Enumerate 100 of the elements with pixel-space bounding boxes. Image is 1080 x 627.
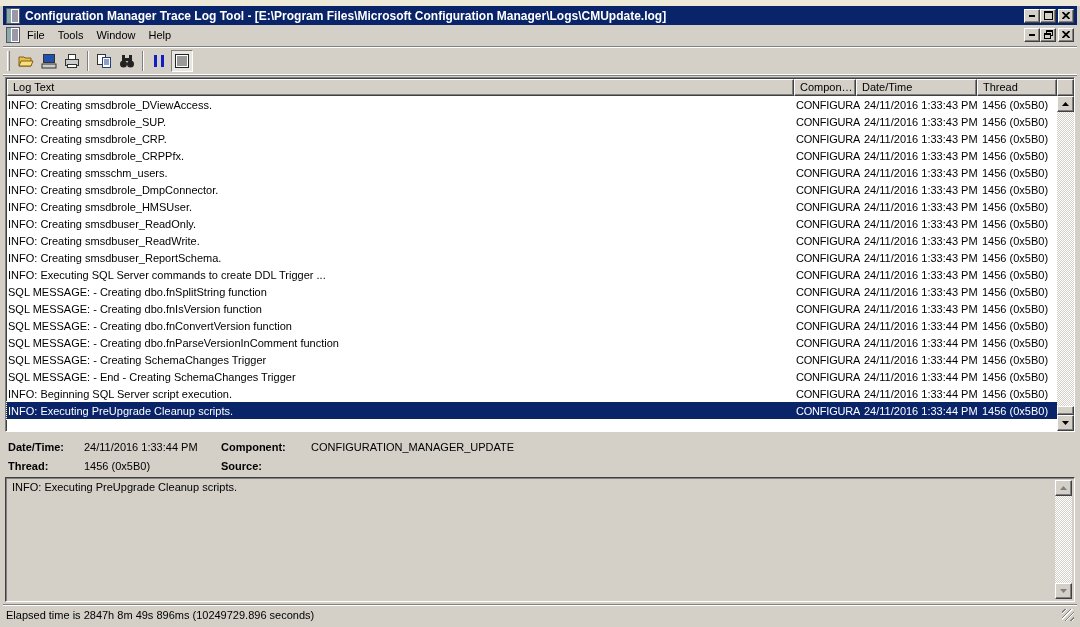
log-text-cell-text: SQL MESSAGE: - Creating dbo.fnIsVersion function — [7, 302, 263, 315]
log-text-cell-text: INFO: Creating smsdbuser_ReadOnly. — [7, 217, 198, 230]
thread-cell-text: 1456 (0x5B0) — [981, 149, 1050, 162]
component-cell: CONFIGURA — [795, 336, 860, 349]
log-row[interactable]: SQL MESSAGE: - Creating dbo.fnConvertVersion function CONFIGURA 24/11/2016 1:33:44 PM 1456 (0x5B0) — [7, 317, 1057, 334]
log-row[interactable]: INFO: Creating smsdbuser_ReportSchema. CONFIGURA 24/11/2016 1:33:43 PM 1456 (0x5B0) — [7, 249, 1057, 266]
column-header[interactable]: Compon… — [794, 79, 856, 96]
log-text-cell-text: INFO: Creating smsdbrole_CRPPfx. — [7, 149, 186, 162]
component-value: CONFIGURATION_MANAGER_UPDATE — [311, 440, 516, 453]
log-row[interactable]: SQL MESSAGE: - End - Creating SchemaChanges Trigger CONFIGURA 24/11/2016 1:33:44 PM 1456 (0x5B0) — [7, 368, 1057, 385]
maximize-button[interactable] — [1040, 8, 1056, 23]
component-cell: CONFIGURA — [795, 370, 860, 383]
column-header[interactable]: Log Text — [7, 79, 794, 96]
column-header[interactable]: Thread — [977, 79, 1057, 96]
thread-cell-text: 1456 (0x5B0) — [981, 387, 1050, 400]
thread-cell-text: 1456 (0x5B0) — [981, 251, 1050, 264]
close-button[interactable] — [1058, 27, 1074, 42]
vertical-scrollbar[interactable] — [1057, 96, 1074, 431]
date-time-cell-text: 24/11/2016 1:33:43 PM — [863, 149, 979, 162]
log-row[interactable]: INFO: Creating smsschm_users. CONFIGURA 24/11/2016 1:33:43 PM 1456 (0x5B0) — [7, 164, 1057, 181]
pause-icon — [151, 52, 167, 69]
log-row[interactable]: INFO: Executing SQL Server commands to create DDL Trigger ... CONFIGURA 24/11/2016 1:33:43 PM 1456 (0x5B0) — [7, 266, 1057, 283]
scrollbar-thumb[interactable] — [1057, 406, 1074, 415]
close-icon — [1062, 31, 1070, 38]
date-time-cell-text: 24/11/2016 1:33:44 PM — [863, 404, 979, 417]
printer-icon — [64, 52, 80, 69]
log-row[interactable]: INFO: Creating smsdbrole_DmpConnector. CONFIGURA 24/11/2016 1:33:43 PM 1456 (0x5B0) — [7, 181, 1057, 198]
vertical-scrollbar[interactable] — [1055, 480, 1072, 599]
component-cell: CONFIGURA — [795, 98, 860, 111]
close-button[interactable] — [1058, 8, 1074, 23]
menu-item[interactable]: Help — [142, 26, 179, 43]
log-row[interactable]: INFO: Creating smsdbrole_CRPPfx. CONFIGURA 24/11/2016 1:33:43 PM 1456 (0x5B0) — [7, 147, 1057, 164]
log-row[interactable]: INFO: Creating smsdbrole_CRP. CONFIGURA 24/11/2016 1:33:43 PM 1456 (0x5B0) — [7, 130, 1057, 147]
log-row[interactable]: INFO: Creating smsdbrole_SUP. CONFIGURA 24/11/2016 1:33:43 PM 1456 (0x5B0) — [7, 113, 1057, 130]
component-cell: CONFIGURA — [795, 166, 860, 179]
up-arrow-icon — [1062, 102, 1069, 106]
message-text: INFO: Executing PreUpgrade Cleanup scripts. — [11, 480, 238, 495]
date-time-cell-text: 24/11/2016 1:33:43 PM — [863, 217, 979, 230]
menu-item[interactable]: Window — [90, 26, 143, 43]
date-time-cell-text: 24/11/2016 1:33:44 PM — [863, 336, 979, 349]
column-header[interactable]: Date/Time — [856, 79, 977, 96]
date-time-cell-text: 24/11/2016 1:33:43 PM — [863, 251, 979, 264]
component-cell: CONFIGURA — [795, 115, 860, 128]
log-row[interactable]: SQL MESSAGE: - Creating dbo.fnParseVersionInComment function CONFIGURA 24/11/2016 1:33:44 PM 1456 (0x5B0) — [7, 334, 1057, 351]
log-row[interactable]: INFO: Beginning SQL Server script execution. CONFIGURA 24/11/2016 1:33:44 PM 1456 (0x5B0) — [7, 385, 1057, 402]
minimize-icon — [1029, 33, 1035, 36]
resize-grip[interactable] — [1062, 608, 1074, 621]
log-row[interactable]: SQL MESSAGE: - Creating dbo.fnIsVersion function CONFIGURA 24/11/2016 1:33:43 PM 1456 (0x5B0) — [7, 300, 1057, 317]
log-row[interactable]: INFO: Executing PreUpgrade Cleanup scripts. CONFIGURA 24/11/2016 1:33:44 PM 1456 (0x5B0) — [7, 402, 1057, 419]
component-cell: CONFIGURA — [795, 268, 860, 281]
thread-cell-text: 1456 (0x5B0) — [981, 336, 1050, 349]
down-arrow-icon — [1060, 589, 1067, 593]
date-time-cell-text: 24/11/2016 1:33:43 PM — [863, 200, 979, 213]
restore-button[interactable] — [1040, 27, 1056, 42]
thread-cell-text: 1456 (0x5B0) — [981, 285, 1050, 298]
date-time-cell-text: 24/11/2016 1:33:43 PM — [863, 132, 979, 145]
log-row[interactable]: SQL MESSAGE: - Creating SchemaChanges Trigger CONFIGURA 24/11/2016 1:33:44 PM 1456 (0x5B0) — [7, 351, 1057, 368]
up-arrow-icon — [1060, 486, 1067, 490]
log-text-cell-text: SQL MESSAGE: - Creating dbo.fnSplitString function — [7, 285, 268, 298]
thread-value: 1456 (0x5B0) — [84, 459, 152, 472]
log-text-cell-text: SQL MESSAGE: - End - Creating SchemaChanges Trigger — [7, 370, 297, 383]
component-cell: CONFIGURA — [795, 387, 860, 400]
thread-cell-text: 1456 (0x5B0) — [981, 404, 1050, 417]
component-cell: CONFIGURA — [795, 404, 860, 417]
restore-icon — [1043, 30, 1053, 39]
thread-cell-text: 1456 (0x5B0) — [981, 166, 1050, 179]
date-time-cell-text: 24/11/2016 1:33:43 PM — [863, 166, 979, 179]
date-time-cell-text: 24/11/2016 1:33:43 PM — [863, 98, 979, 111]
date-time-cell-text: 24/11/2016 1:33:43 PM — [863, 268, 979, 281]
thread-cell-text: 1456 (0x5B0) — [981, 353, 1050, 366]
log-row[interactable]: INFO: Creating smsdbrole_DViewAccess. CONFIGURA 24/11/2016 1:33:43 PM 1456 (0x5B0) — [7, 96, 1057, 113]
log-text-cell-text: INFO: Creating smsdbrole_HMSUser. — [7, 200, 193, 213]
log-text-cell-text: INFO: Creating smsdbuser_ReadWrite. — [7, 234, 201, 247]
log-row[interactable]: INFO: Creating smsdbuser_ReadWrite. CONFIGURA 24/11/2016 1:33:43 PM 1456 (0x5B0) — [7, 232, 1057, 249]
log-text-cell-text: INFO: Beginning SQL Server script execution. — [7, 387, 233, 400]
thread-cell-text: 1456 (0x5B0) — [981, 234, 1050, 247]
log-text-cell-text: INFO: Creating smsdbrole_DViewAccess. — [7, 98, 213, 111]
date-time-cell-text: 24/11/2016 1:33:44 PM — [863, 353, 979, 366]
copy-icon — [96, 52, 112, 69]
log-text-cell-text: INFO: Creating smsdbrole_DmpConnector. — [7, 183, 220, 196]
source-label: Source: — [221, 459, 263, 472]
log-row[interactable]: SQL MESSAGE: - Creating dbo.fnSplitString function CONFIGURA 24/11/2016 1:33:43 PM 1456 (0x5B0) — [7, 283, 1057, 300]
minimize-button[interactable] — [1024, 8, 1040, 23]
menu-item[interactable]: File — [21, 26, 52, 43]
minimize-button[interactable] — [1024, 27, 1040, 42]
app-icon — [5, 7, 21, 24]
thread-label: Thread: — [8, 459, 50, 472]
log-text-cell-text: INFO: Creating smsdbrole_CRP. — [7, 132, 168, 145]
menu-item[interactable]: Tools — [51, 26, 91, 43]
log-text-cell-text: INFO: Executing SQL Server commands to create DDL Trigger ... — [7, 268, 327, 281]
log-text-cell-text: INFO: Creating smsdbrole_SUP. — [7, 115, 168, 128]
highlight-button[interactable] — [171, 49, 193, 72]
log-row[interactable]: INFO: Creating smsdbrole_HMSUser. CONFIGURA 24/11/2016 1:33:43 PM 1456 (0x5B0) — [7, 198, 1057, 215]
log-text-cell-text: SQL MESSAGE: - Creating dbo.fnParseVersionInComment function — [7, 336, 340, 349]
thread-cell-text: 1456 (0x5B0) — [981, 268, 1050, 281]
date-time-cell-text: 24/11/2016 1:33:44 PM — [863, 370, 979, 383]
log-row[interactable]: INFO: Creating smsdbuser_ReadOnly. CONFIGURA 24/11/2016 1:33:43 PM 1456 (0x5B0) — [7, 215, 1057, 232]
date-time-cell-text: 24/11/2016 1:33:44 PM — [863, 387, 979, 400]
log-text-cell-text: INFO: Executing PreUpgrade Cleanup scripts. — [7, 404, 234, 417]
component-cell: CONFIGURA — [795, 132, 860, 145]
